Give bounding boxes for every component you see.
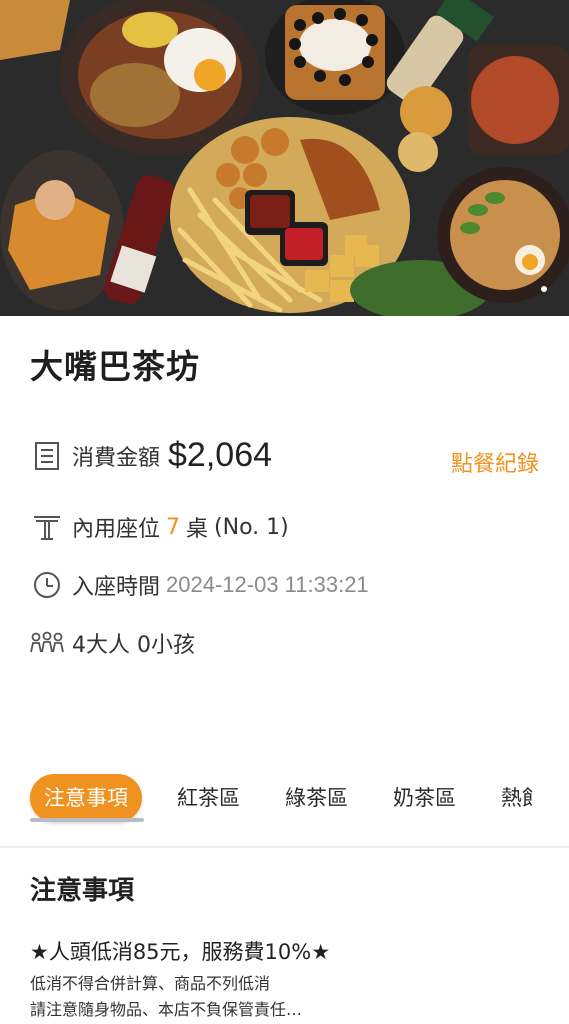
table-number: 7 (166, 514, 181, 540)
checkin-time-row: 入座時間 2024-12-03 11:33:21 (30, 568, 369, 602)
tab-notice[interactable]: 注意事項 (30, 774, 142, 822)
order-history-link[interactable]: 點餐紀錄 (451, 446, 539, 478)
food-photo-illustration (0, 0, 569, 316)
seat-row: 內用座位 7 桌 (No. 1) (30, 510, 289, 544)
tab-scroll-indicator (30, 818, 144, 822)
notice-min-charge: ★人頭低消85元，服務費10%★ (30, 940, 331, 964)
store-name: 大嘴巴茶坊 (30, 347, 200, 386)
hero-banner-image (0, 0, 569, 316)
amount-row: 消費金額 $2,064 (30, 436, 272, 475)
notice-rule-2: 請注意隨身物品、本店不負保管責任… (30, 1000, 303, 1019)
seat-code: (No. 1) (214, 514, 289, 540)
checkin-time: 2024-12-03 11:33:21 (166, 572, 369, 597)
amount-label: 消費金額 (72, 445, 161, 471)
tab-hot-food[interactable]: 熱飠 (501, 774, 543, 822)
table-suffix: 桌 (186, 517, 209, 542)
notice-rule-1: 低消不得合併計算、商品不列低消 (30, 974, 271, 993)
people-icon (30, 626, 64, 660)
guests-row: 4大人 0小孩 (30, 626, 195, 660)
amount-value: $2,064 (168, 436, 273, 474)
table-icon (30, 510, 64, 544)
notice-section-title: 注意事項 (30, 876, 135, 906)
carousel-dot[interactable] (541, 286, 547, 292)
receipt-icon (30, 439, 64, 473)
clock-icon (30, 568, 64, 602)
tab-milk-tea[interactable]: 奶茶區 (393, 774, 456, 822)
tab-black-tea[interactable]: 紅茶區 (177, 774, 240, 822)
seat-label: 內用座位 (72, 517, 161, 542)
section-divider (0, 846, 569, 848)
tab-green-tea[interactable]: 綠茶區 (285, 774, 348, 822)
checkin-label: 入座時間 (72, 575, 161, 600)
carousel-indicator[interactable] (541, 286, 547, 292)
guests-count: 4大人 0小孩 (72, 633, 195, 658)
